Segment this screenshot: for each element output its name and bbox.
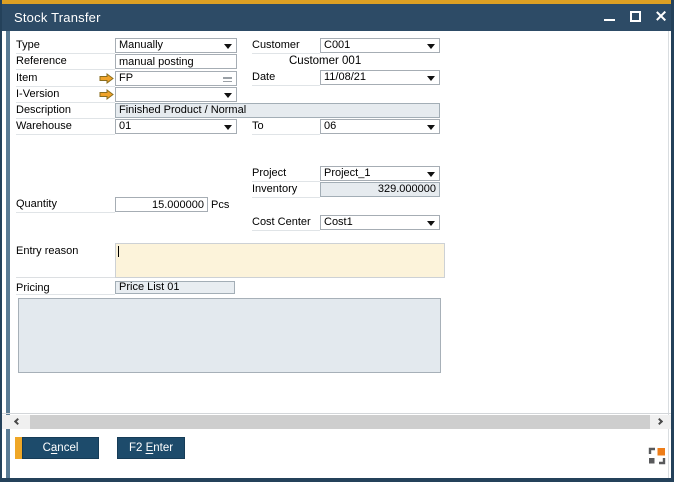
- type-dropdown[interactable]: Manually: [115, 38, 237, 53]
- type-label: Type: [16, 38, 115, 54]
- stock-transfer-window: Stock Transfer Type Manually Reference I…: [0, 0, 674, 482]
- item-link-arrow-icon[interactable]: [99, 73, 114, 84]
- details-panel: [18, 298, 441, 373]
- scrollbar-thumb[interactable]: [30, 415, 650, 429]
- iversion-link-arrow-icon[interactable]: [99, 89, 114, 100]
- title-bar: Stock Transfer: [0, 4, 674, 31]
- customer-dropdown[interactable]: C001: [320, 38, 440, 53]
- chevron-down-icon: [427, 221, 435, 226]
- close-icon: [654, 9, 668, 23]
- reference-input[interactable]: [115, 54, 237, 69]
- chevron-down-icon: [224, 93, 232, 98]
- close-button[interactable]: [653, 8, 669, 24]
- chevron-down-icon: [224, 44, 232, 49]
- project-dropdown[interactable]: Project_1: [320, 166, 440, 181]
- pricing-field: Price List 01: [115, 281, 235, 294]
- project-label: Project: [252, 166, 320, 182]
- f2-enter-button[interactable]: F2 Enter: [117, 437, 185, 459]
- chevron-right-icon: [656, 418, 663, 425]
- chevron-down-icon: [427, 76, 435, 81]
- quantity-unit-label: Pcs: [211, 199, 229, 211]
- description-label: Description: [16, 103, 115, 119]
- customer-label: Customer: [252, 38, 320, 54]
- entry-reason-textarea[interactable]: [115, 243, 445, 278]
- cost-center-label: Cost Center: [252, 215, 320, 231]
- right-edge-line: [668, 31, 669, 478]
- divider-line: [2, 413, 674, 414]
- text-cursor: [118, 246, 119, 257]
- warehouse-label: Warehouse: [16, 119, 115, 135]
- left-edge-strip: [6, 31, 10, 478]
- inventory-field: 329.000000: [320, 182, 440, 197]
- quantity-label: Quantity: [16, 197, 115, 213]
- quantity-input[interactable]: [115, 197, 208, 212]
- accent-tab: [15, 437, 22, 459]
- to-warehouse-dropdown[interactable]: 06: [320, 119, 440, 134]
- pricing-label: Pricing: [16, 281, 115, 295]
- choose-from-list-icon[interactable]: [223, 77, 232, 84]
- warehouse-dropdown[interactable]: 01: [115, 119, 237, 134]
- minimize-icon: [604, 19, 615, 21]
- window-title: Stock Transfer: [14, 10, 101, 25]
- customer-name-text: Customer 001: [289, 55, 361, 67]
- chevron-down-icon: [427, 172, 435, 177]
- date-dropdown[interactable]: 11/08/21: [320, 70, 440, 85]
- horizontal-scrollbar[interactable]: [2, 415, 671, 429]
- chevron-down-icon: [427, 44, 435, 49]
- maximize-icon: [630, 11, 641, 22]
- entry-reason-label: Entry reason: [16, 244, 115, 278]
- minimize-button[interactable]: [602, 8, 618, 24]
- cancel-button[interactable]: Cancel: [22, 437, 99, 459]
- chevron-down-icon: [224, 125, 232, 130]
- scroll-left-button[interactable]: [14, 418, 22, 426]
- cost-center-dropdown[interactable]: Cost1: [320, 215, 440, 230]
- description-field: Finished Product / Normal: [115, 103, 440, 118]
- maximize-button[interactable]: [628, 8, 644, 24]
- date-label: Date: [252, 70, 320, 86]
- chevron-left-icon: [14, 418, 21, 425]
- scroll-right-button[interactable]: [656, 418, 664, 426]
- to-label: To: [252, 119, 320, 135]
- reference-label: Reference: [16, 54, 115, 70]
- inventory-label: Inventory: [252, 182, 320, 198]
- chevron-down-icon: [427, 125, 435, 130]
- iversion-dropdown[interactable]: [115, 87, 237, 102]
- resize-form-icon[interactable]: [648, 447, 666, 465]
- item-input[interactable]: FP: [115, 71, 237, 86]
